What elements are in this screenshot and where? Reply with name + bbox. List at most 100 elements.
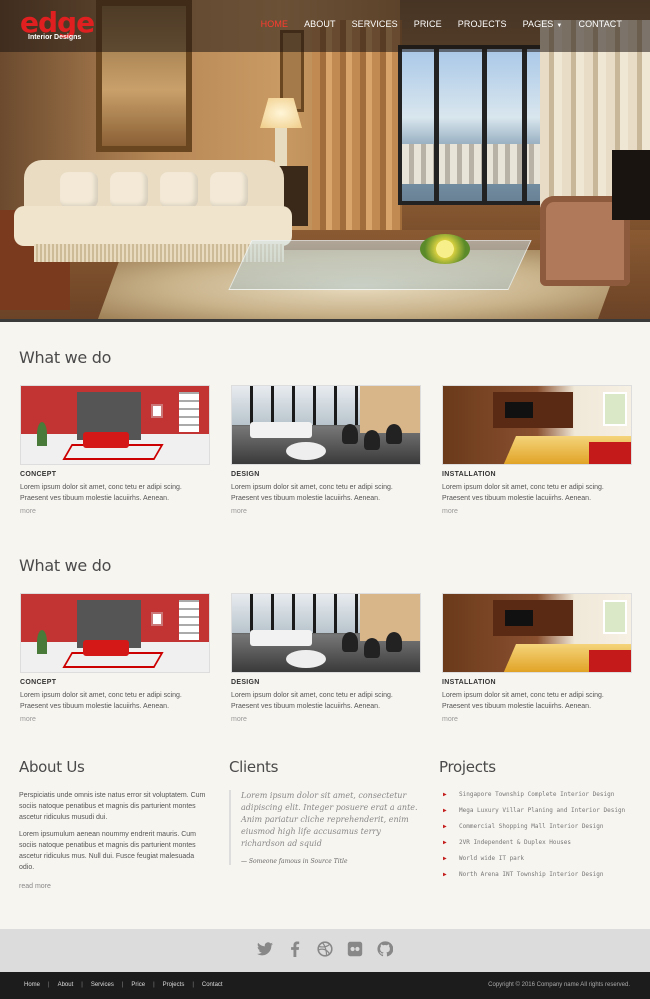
quote-cite: — Someone famous in Source Title bbox=[241, 858, 348, 865]
footer-nav: Home | About | Services | Price | Projects | … bbox=[24, 982, 223, 988]
thumb-couch bbox=[83, 640, 129, 656]
project-item[interactable]: ▶ Singapore Township Complete Interior De… bbox=[439, 790, 639, 799]
thumb-window bbox=[179, 392, 199, 432]
balcony-rail bbox=[402, 144, 542, 184]
card-text: Lorem ipsum dolor sit amet, conc tetu er… bbox=[20, 692, 182, 710]
project-label: Singapore Township Complete Interior Des… bbox=[459, 791, 615, 798]
nav-pages[interactable]: PAGES ▼ bbox=[515, 19, 571, 29]
service-card-installation: INSTALLATION Lorem ipsum dolor sit amet,… bbox=[442, 385, 632, 515]
service-card-concept: CONCEPT Lorem ipsum dolor sit amet, conc… bbox=[20, 593, 210, 723]
concept-image[interactable] bbox=[20, 593, 210, 673]
client-quote: Lorem ipsum dolor sit amet, consectetur … bbox=[229, 790, 419, 865]
hero-divider bbox=[0, 319, 650, 322]
section-title: What we do bbox=[19, 348, 112, 367]
nav-about[interactable]: ABOUT bbox=[296, 19, 344, 29]
nav-services[interactable]: SERVICES bbox=[344, 19, 406, 29]
thumb-tv bbox=[505, 610, 533, 626]
arrow-right-icon: ▶ bbox=[443, 855, 447, 862]
twitter-icon[interactable] bbox=[257, 941, 273, 960]
thumb-plant bbox=[37, 630, 47, 654]
footer-link-about[interactable]: About bbox=[58, 982, 74, 988]
thumb-plant bbox=[37, 422, 47, 446]
nav-contact[interactable]: CONTACT bbox=[570, 19, 630, 29]
card-heading: DESIGN bbox=[231, 471, 260, 478]
hero-banner: edge Interior Designs HOME ABOUT SERVICE… bbox=[0, 0, 650, 322]
thumb-art bbox=[151, 404, 163, 418]
thumb-couch bbox=[83, 432, 129, 448]
quote-text: Lorem ipsum dolor sit amet, consectetur … bbox=[241, 791, 418, 848]
sofa-cushion bbox=[160, 172, 198, 208]
design-image[interactable] bbox=[231, 593, 421, 673]
project-label: 2VR Independent & Duplex Houses bbox=[459, 839, 571, 846]
clients-column: Clients Lorem ipsum dolor sit amet, cons… bbox=[229, 758, 429, 865]
service-card-concept: CONCEPT Lorem ipsum dolor sit amet, conc… bbox=[20, 385, 210, 515]
about-paragraph: Perspiciatis unde omnis iste natus error… bbox=[19, 792, 206, 821]
projects-column: Projects ▶ Singapore Township Complete In… bbox=[439, 758, 639, 886]
flickr-icon[interactable] bbox=[347, 941, 363, 961]
hero-piano bbox=[612, 150, 650, 220]
projects-title: Projects bbox=[439, 758, 496, 776]
thumb-chair bbox=[342, 632, 358, 652]
thumb-chair bbox=[364, 638, 380, 658]
nav-projects[interactable]: PROJECTS bbox=[450, 19, 515, 29]
main-nav: HOME ABOUT SERVICES PRICE PROJECTS PAGES… bbox=[253, 19, 630, 29]
arrow-right-icon: ▶ bbox=[443, 807, 447, 814]
footer: Home | About | Services | Price | Projects | … bbox=[0, 972, 650, 999]
logo-text: edge bbox=[20, 6, 95, 39]
thumb-sofa bbox=[250, 630, 312, 646]
services-grid: CONCEPT Lorem ipsum dolor sit amet, conc… bbox=[20, 593, 632, 723]
project-item[interactable]: ▶ North Arena INT Township Interior Desig… bbox=[439, 870, 639, 879]
caret-down-icon: ▼ bbox=[556, 23, 563, 29]
thumb-red-cover bbox=[589, 650, 631, 672]
separator: | bbox=[121, 982, 124, 988]
github-icon[interactable] bbox=[377, 940, 394, 961]
installation-image[interactable] bbox=[442, 385, 632, 465]
services-grid: CONCEPT Lorem ipsum dolor sit amet, conc… bbox=[20, 385, 632, 515]
separator: | bbox=[48, 982, 50, 988]
design-image[interactable] bbox=[231, 385, 421, 465]
sofa-cushion bbox=[110, 172, 148, 208]
thumb-sofa bbox=[250, 422, 312, 438]
more-link[interactable]: more bbox=[231, 716, 421, 723]
project-item[interactable]: ▶ 2VR Independent & Duplex Houses bbox=[439, 838, 639, 847]
more-link[interactable]: more bbox=[442, 508, 632, 515]
more-link[interactable]: more bbox=[20, 716, 210, 723]
project-label: World wide IT park bbox=[459, 855, 525, 862]
thumb-bars bbox=[232, 386, 360, 425]
footer-link-price[interactable]: Price bbox=[131, 982, 145, 988]
dribbble-icon[interactable] bbox=[317, 940, 333, 961]
about-title: About Us bbox=[19, 758, 85, 776]
window-mullion bbox=[522, 49, 527, 201]
sofa-cushion bbox=[210, 172, 248, 208]
arrow-right-icon: ▶ bbox=[443, 839, 447, 846]
service-card-design: DESIGN Lorem ipsum dolor sit amet, conc … bbox=[231, 593, 421, 723]
card-text: Lorem ipsum dolor sit amet, conc tetu er… bbox=[442, 484, 604, 502]
facebook-icon[interactable] bbox=[287, 940, 303, 961]
nav-pages-label: PAGES bbox=[522, 19, 554, 29]
more-link[interactable]: more bbox=[231, 508, 421, 515]
hero-glass-table bbox=[228, 240, 532, 290]
thumb-round-table bbox=[286, 442, 326, 460]
concept-image[interactable] bbox=[20, 385, 210, 465]
footer-link-contact[interactable]: Contact bbox=[202, 982, 223, 988]
footer-link-services[interactable]: Services bbox=[91, 982, 114, 988]
more-link[interactable]: more bbox=[442, 716, 632, 723]
project-item[interactable]: ▶ Commercial Shopping Mall Interior Desig… bbox=[439, 822, 639, 831]
project-item[interactable]: ▶ Mega Luxury Villar Planing and Interior… bbox=[439, 806, 639, 815]
installation-image[interactable] bbox=[442, 593, 632, 673]
project-label: Commercial Shopping Mall Interior Design bbox=[459, 823, 604, 830]
read-more-link[interactable]: read more bbox=[19, 883, 209, 890]
footer-link-projects[interactable]: Projects bbox=[163, 982, 185, 988]
nav-price[interactable]: PRICE bbox=[406, 19, 450, 29]
project-item[interactable]: ▶ World wide IT park bbox=[439, 854, 639, 863]
logo[interactable]: edge Interior Designs bbox=[20, 6, 95, 42]
section-title: What we do bbox=[19, 556, 112, 575]
more-link[interactable]: more bbox=[20, 508, 210, 515]
arrow-right-icon: ▶ bbox=[443, 871, 447, 878]
thumb-chair bbox=[386, 424, 402, 444]
separator: | bbox=[192, 982, 194, 988]
hero-flowers bbox=[420, 234, 470, 264]
nav-home[interactable]: HOME bbox=[253, 19, 296, 29]
footer-link-home[interactable]: Home bbox=[24, 982, 40, 988]
hero-window bbox=[398, 45, 546, 205]
